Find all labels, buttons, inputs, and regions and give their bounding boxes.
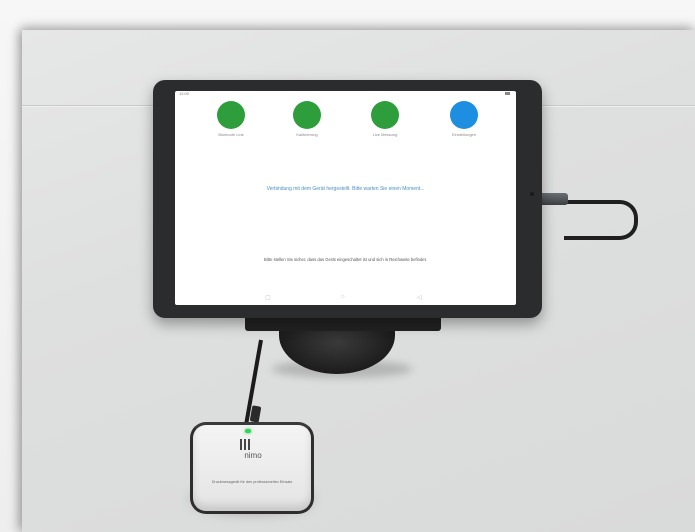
app-button-bluetooth[interactable] xyxy=(217,101,245,129)
product-photo: 12:00 Bluetooth Link Kalibrierung Live M… xyxy=(22,30,695,532)
app-button-live-measure[interactable] xyxy=(371,101,399,129)
status-time: 12:00 xyxy=(179,91,190,96)
app-label-calibration: Kalibrierung xyxy=(296,132,318,137)
footer-hint: Bitte stellen Sie sicher, dass das Gerät… xyxy=(264,257,427,262)
device-cable-plug xyxy=(249,405,262,423)
battery-icon xyxy=(505,92,510,95)
recents-icon[interactable]: ▢ xyxy=(265,294,271,301)
app-label-bluetooth: Bluetooth Link xyxy=(218,132,244,137)
status-message: Verbindung mit dem Gerät hergestellt. Bi… xyxy=(266,186,425,192)
status-led-icon xyxy=(245,429,251,433)
tablet-screen: 12:00 Bluetooth Link Kalibrierung Live M… xyxy=(175,91,516,305)
photo-frame: 12:00 Bluetooth Link Kalibrierung Live M… xyxy=(0,0,695,532)
app-label-live-measure: Live Messung xyxy=(372,132,398,137)
device-logo-icon xyxy=(240,437,254,450)
android-nav-bar: ▢ ○ ◁ xyxy=(175,291,516,305)
tablet: 12:00 Bluetooth Link Kalibrierung Live M… xyxy=(153,80,542,318)
status-bar: 12:00 xyxy=(175,91,516,97)
app-button-settings[interactable] xyxy=(450,101,478,129)
device-caption: Druckmessgerät für den professionellen E… xyxy=(211,480,293,484)
app-label-settings: Einstellungen xyxy=(451,132,477,137)
usb-cable-right xyxy=(564,200,638,240)
measurement-device: nimo Druckmessgerät für den professionel… xyxy=(190,422,314,514)
home-icon[interactable]: ○ xyxy=(341,294,345,300)
front-camera-icon xyxy=(530,192,534,196)
app-button-calibration[interactable] xyxy=(293,101,321,129)
device-brand: nimo xyxy=(244,451,262,460)
back-icon[interactable]: ◁ xyxy=(417,294,422,301)
